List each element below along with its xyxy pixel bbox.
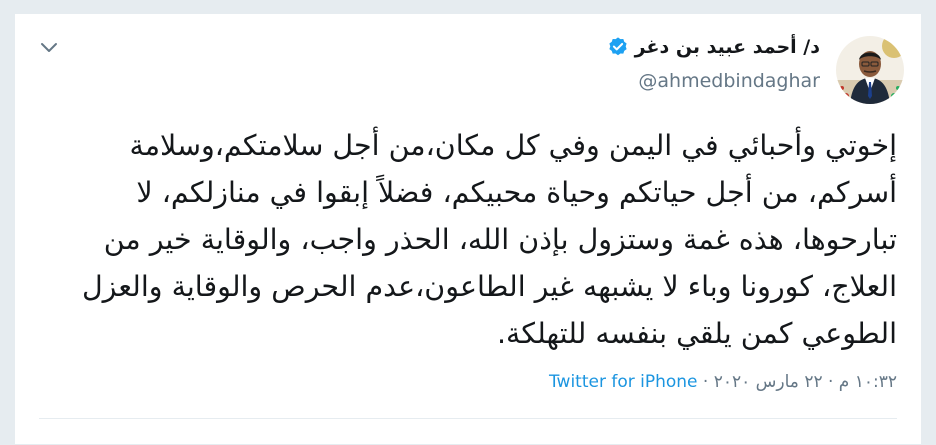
- meta-separator: ·: [697, 372, 714, 392]
- divider: [39, 418, 897, 419]
- author-display-name[interactable]: د/ أحمد عبيد بن دغر: [635, 36, 820, 58]
- tweet-line: العلاج، كورونا وباء لا يشبهه غير الطاعون…: [81, 270, 897, 303]
- tweet-line: الطوعي كمن يلقي بنفسه للتهلكة.: [496, 317, 897, 350]
- tweet-line: أسركم، من أجل حياتكم وحياة محبيكم، فضلاً…: [136, 176, 897, 209]
- tweet-text: إخوتي وأحبائي في اليمن وفي كل مكان،من أج…: [35, 122, 897, 357]
- tweet-timestamp[interactable]: ١٠:٣٢ م · ٢٢ مارس ٢٠٢٠: [714, 372, 897, 392]
- chevron-down-icon[interactable]: [37, 36, 61, 60]
- author-handle[interactable]: @ahmedbindaghar: [638, 70, 820, 92]
- author-row[interactable]: د/ أحمد عبيد بن دغر: [607, 36, 820, 58]
- verified-badge-icon: [609, 37, 627, 56]
- avatar[interactable]: [836, 36, 904, 104]
- tweet-line: إخوتي وأحبائي في اليمن وفي كل مكان،من أج…: [129, 129, 897, 162]
- tweet-meta: ١٠:٣٢ م · ٢٢ مارس ٢٠٢٠ · Twitter for iPh…: [549, 372, 897, 392]
- tweet-card: د/ أحمد عبيد بن دغر @ahmedbindaghar إخوت…: [14, 13, 922, 445]
- tweet-source-link[interactable]: Twitter for iPhone: [549, 372, 698, 392]
- tweet-line: تبارحوها، هذه غمة وستزول بإذن الله، الحذ…: [103, 223, 897, 256]
